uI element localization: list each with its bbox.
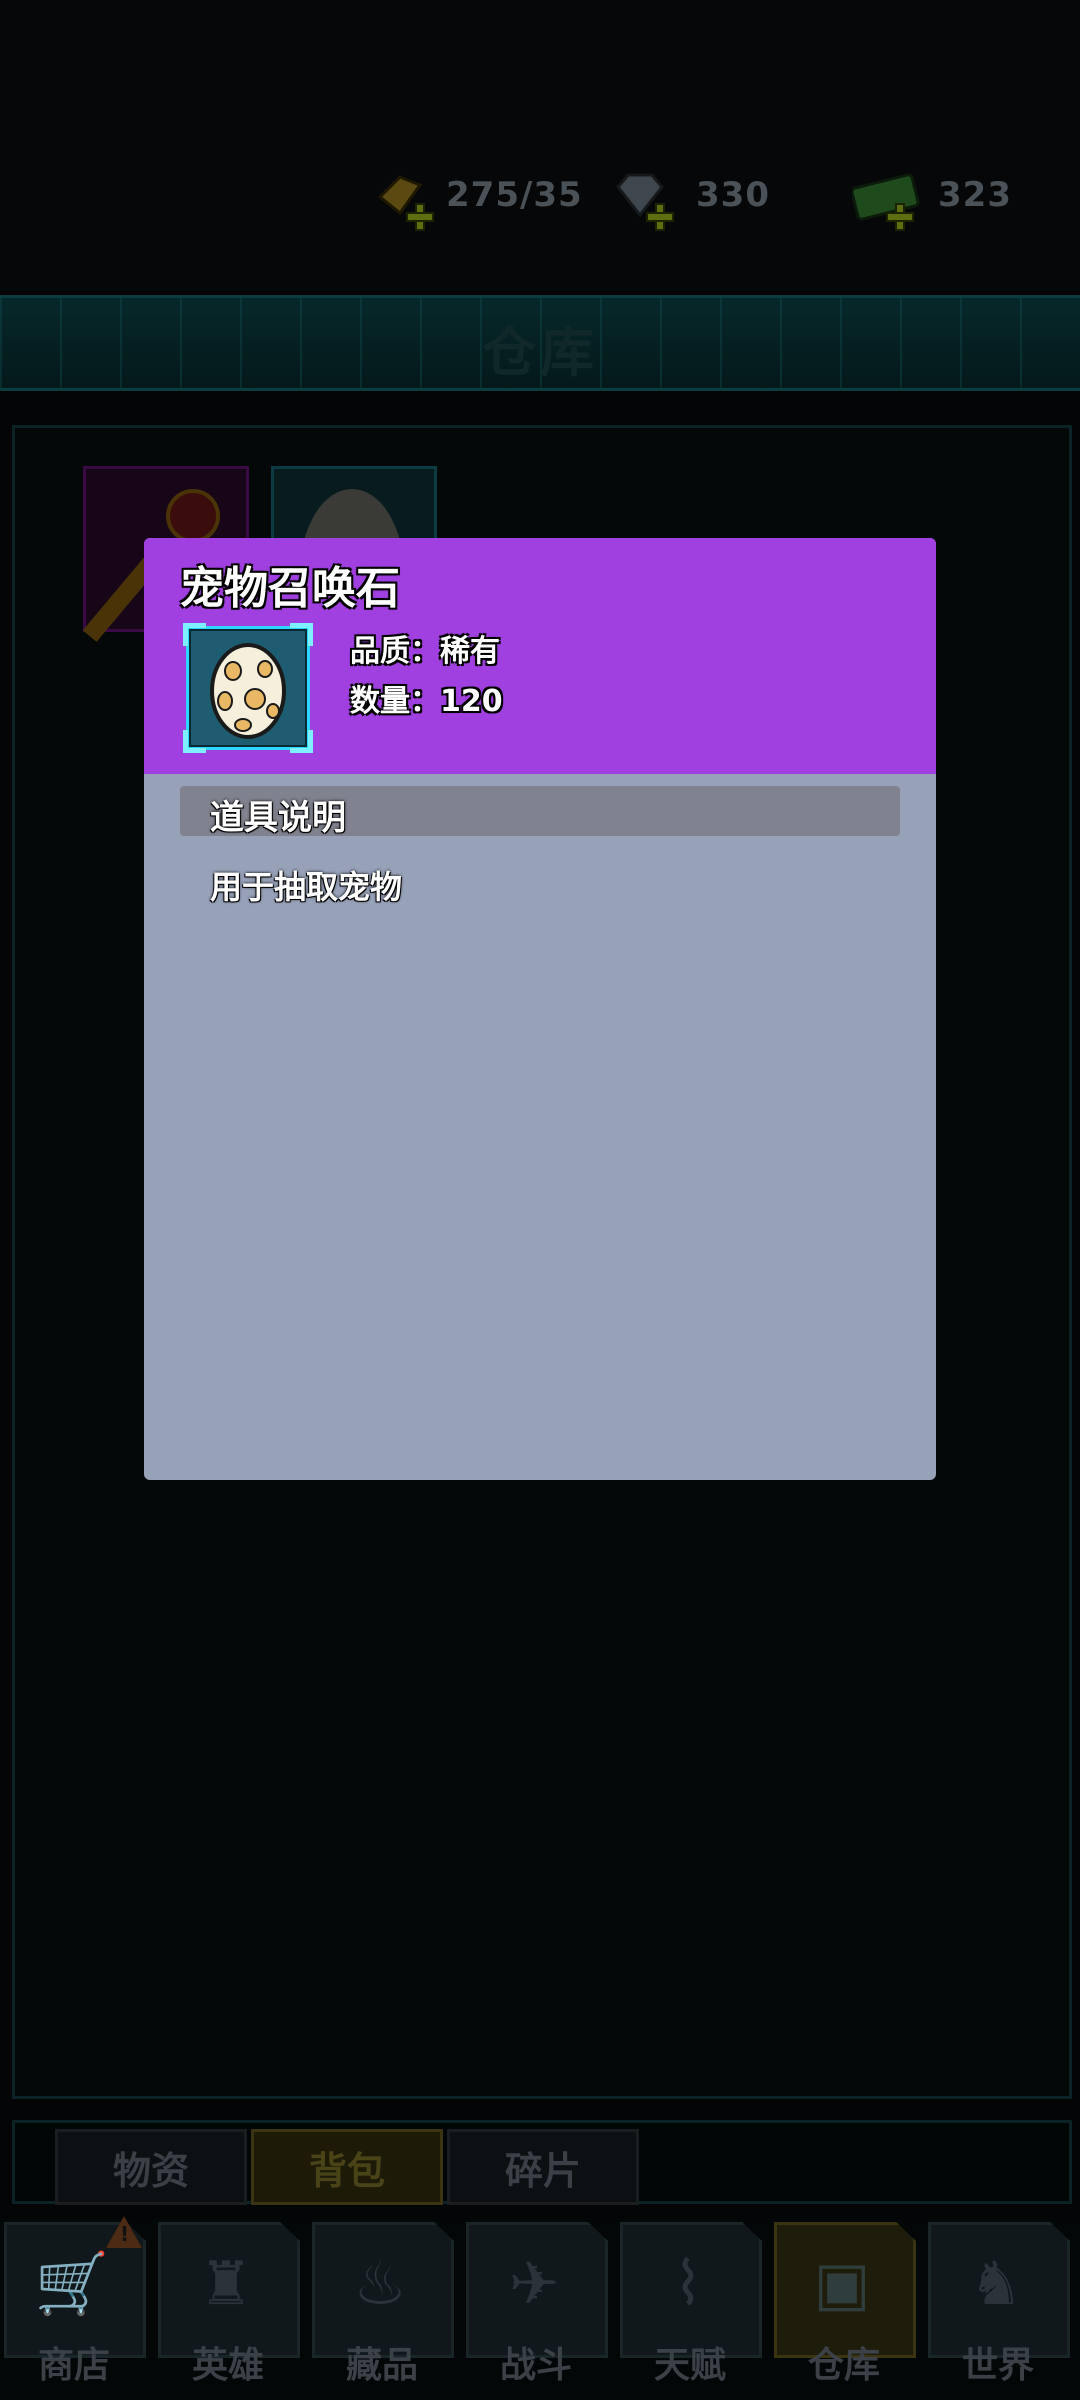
item-header: 宠物召唤石 品质：稀有 数量：120: [144, 538, 936, 774]
item-name: 宠物召唤石: [180, 563, 400, 614]
item-description: 用于抽取宠物: [210, 868, 403, 906]
description-section-bar: 道具说明: [180, 786, 900, 838]
item-icon-frame: [183, 623, 313, 753]
item-quality: 品质：稀有: [350, 634, 500, 669]
item-quantity: 数量：120: [350, 684, 503, 719]
item-detail-popup: 宠物召唤石 品质：稀有 数量：120 道具说明 用于抽取宠物: [144, 538, 936, 1480]
section-title: 道具说明: [210, 798, 346, 838]
